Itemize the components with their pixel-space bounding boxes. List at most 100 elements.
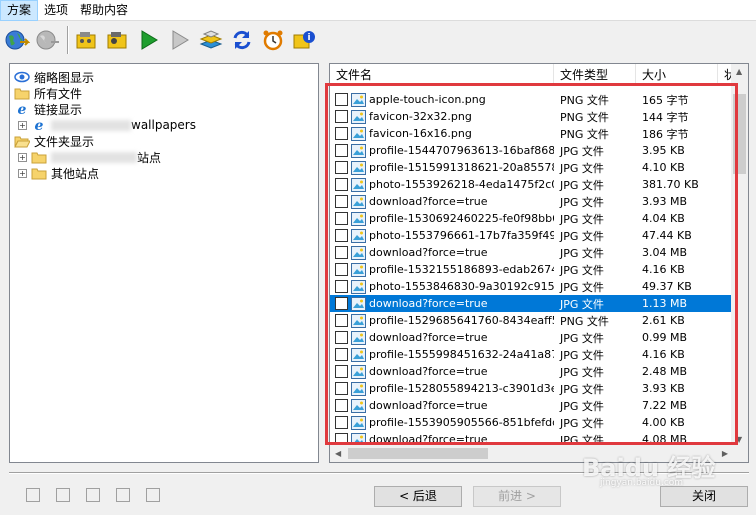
tree-item-wallpapers[interactable]: + e wallpapers bbox=[18, 117, 196, 133]
toolbar: i bbox=[0, 22, 756, 58]
row-checkbox[interactable] bbox=[335, 297, 348, 310]
row-checkbox[interactable] bbox=[335, 161, 348, 174]
expand-icon[interactable]: + bbox=[18, 168, 27, 178]
cell-file-type: PNG 文件 bbox=[560, 127, 609, 141]
play-button[interactable] bbox=[134, 25, 164, 55]
table-row[interactable]: download?force=true JPG 文件 0.99 MB bbox=[330, 329, 734, 346]
tree-item-thumbnail[interactable]: 缩略图显示 bbox=[14, 69, 94, 85]
row-checkbox[interactable] bbox=[335, 229, 348, 242]
image-file-icon bbox=[351, 160, 366, 175]
column-header-name[interactable]: 文件名 bbox=[330, 64, 554, 86]
table-row[interactable]: profile-1529685641760-8434eaff5... PNG 文件… bbox=[330, 312, 734, 329]
column-header-size[interactable]: 大小 bbox=[636, 64, 718, 86]
close-button[interactable]: 关闭 bbox=[660, 486, 748, 507]
row-checkbox[interactable] bbox=[335, 314, 348, 327]
table-row[interactable]: download?force=true JPG 文件 3.93 MB bbox=[330, 193, 734, 210]
cell-file-size: 144 字节 bbox=[642, 110, 689, 124]
alarm-clock-button[interactable] bbox=[258, 25, 288, 55]
table-row[interactable]: download?force=true JPG 文件 7.22 MB bbox=[330, 397, 734, 414]
row-checkbox[interactable] bbox=[335, 93, 348, 106]
row-checkbox[interactable] bbox=[335, 144, 348, 157]
next-button[interactable]: 前进 > bbox=[473, 486, 561, 507]
row-checkbox[interactable] bbox=[335, 195, 348, 208]
table-row[interactable]: profile-1528055894213-c3901d3e5... JPG 文件… bbox=[330, 380, 734, 397]
scroll-right-icon[interactable]: ▶ bbox=[722, 449, 728, 458]
stack-button[interactable] bbox=[196, 25, 226, 55]
back-button[interactable]: < 后退 bbox=[374, 486, 462, 507]
tree-item-all-files[interactable]: 所有文件 bbox=[14, 85, 82, 101]
tree-item-folders[interactable]: 文件夹显示 bbox=[14, 133, 94, 149]
expand-icon[interactable]: + bbox=[18, 152, 27, 162]
file-rows: apple-touch-icon.png PNG 文件 165 字节 favicon-… bbox=[330, 91, 734, 448]
row-checkbox[interactable] bbox=[335, 348, 348, 361]
menu-help[interactable]: 帮助内容 bbox=[74, 0, 134, 21]
image-file-icon bbox=[351, 296, 366, 311]
row-checkbox[interactable] bbox=[335, 127, 348, 140]
cell-file-type: JPG 文件 bbox=[560, 144, 604, 158]
cell-file-size: 4.00 KB bbox=[642, 416, 685, 429]
table-row[interactable]: download?force=true JPG 文件 2.48 MB bbox=[330, 363, 734, 380]
project-open-button[interactable] bbox=[72, 25, 102, 55]
image-file-icon bbox=[351, 109, 366, 124]
info-button[interactable]: i bbox=[289, 25, 319, 55]
table-row[interactable]: photo-1553926218-4eda1475f2c0?... JPG 文件 3… bbox=[330, 176, 734, 193]
cell-file-size: 2.48 MB bbox=[642, 365, 688, 378]
file-name-text: photo-1553796661-17b7fa359f49?... bbox=[369, 229, 554, 242]
cell-file-name: apple-touch-icon.png bbox=[330, 92, 554, 107]
eye-icon bbox=[14, 71, 30, 83]
row-checkbox[interactable] bbox=[335, 110, 348, 123]
table-row[interactable]: profile-1532155186893-edab26741... JPG 文件… bbox=[330, 261, 734, 278]
image-file-icon bbox=[351, 279, 366, 294]
scroll-up-icon[interactable]: ▲ bbox=[736, 67, 742, 76]
file-name-text: profile-1532155186893-edab26741... bbox=[369, 263, 554, 276]
tree-item-other-sites[interactable]: + 其他站点 bbox=[18, 165, 99, 181]
table-row[interactable]: favicon-16x16.png PNG 文件 186 字节 bbox=[330, 125, 734, 142]
globe-button[interactable] bbox=[2, 25, 32, 55]
row-checkbox[interactable] bbox=[335, 263, 348, 276]
cell-file-size: 4.16 KB bbox=[642, 348, 685, 361]
table-row[interactable]: profile-1530692460225-fe0f98bb6... JPG 文件… bbox=[330, 210, 734, 227]
table-row[interactable]: download?force=true JPG 文件 3.04 MB bbox=[330, 244, 734, 261]
scroll-left-icon[interactable]: ◀ bbox=[335, 449, 341, 458]
play-gray-button[interactable] bbox=[165, 25, 195, 55]
cell-file-name: download?force=true bbox=[330, 296, 554, 311]
row-checkbox[interactable] bbox=[335, 280, 348, 293]
globe-gray-button[interactable] bbox=[33, 25, 63, 55]
cell-file-name: download?force=true bbox=[330, 194, 554, 209]
row-checkbox[interactable] bbox=[335, 365, 348, 378]
table-row[interactable]: photo-1553846830-9a30192c9151... JPG 文件 49… bbox=[330, 278, 734, 295]
table-row[interactable]: photo-1553796661-17b7fa359f49?... JPG 文件 4… bbox=[330, 227, 734, 244]
table-row[interactable]: profile-1553905905566-851bfefdd... JPG 文件… bbox=[330, 414, 734, 431]
project-save-button[interactable] bbox=[103, 25, 133, 55]
vertical-scrollbar[interactable]: ▲ ▼ bbox=[731, 64, 748, 447]
row-checkbox[interactable] bbox=[335, 178, 348, 191]
table-row[interactable]: profile-1555998451632-24a41a879... JPG 文件… bbox=[330, 346, 734, 363]
column-header-type[interactable]: 文件类型 bbox=[554, 64, 636, 86]
table-row[interactable]: apple-touch-icon.png PNG 文件 165 字节 bbox=[330, 91, 734, 108]
expand-icon[interactable]: + bbox=[18, 120, 27, 130]
table-row[interactable]: download?force=true JPG 文件 1.13 MB bbox=[330, 295, 734, 312]
horizontal-scroll-thumb[interactable] bbox=[348, 448, 488, 459]
file-list-panel[interactable]: 文件名 文件类型 大小 状 apple-touch-icon.png PNG 文件… bbox=[329, 63, 749, 463]
row-checkbox[interactable] bbox=[335, 331, 348, 344]
table-row[interactable]: profile-1544707963613-16baf868f... JPG 文件… bbox=[330, 142, 734, 159]
row-checkbox[interactable] bbox=[335, 416, 348, 429]
menu-plan[interactable]: 方案 bbox=[0, 0, 39, 21]
row-checkbox[interactable] bbox=[335, 212, 348, 225]
table-row[interactable]: favicon-32x32.png PNG 文件 144 字节 bbox=[330, 108, 734, 125]
cell-file-type: JPG 文件 bbox=[560, 348, 604, 362]
refresh-button[interactable] bbox=[227, 25, 257, 55]
vertical-scroll-thumb[interactable] bbox=[733, 94, 746, 174]
table-row[interactable]: profile-1515991318621-20a855788... JPG 文件… bbox=[330, 159, 734, 176]
menu-options[interactable]: 选项 bbox=[38, 0, 74, 21]
row-checkbox[interactable] bbox=[335, 246, 348, 259]
scroll-down-icon[interactable]: ▼ bbox=[736, 435, 742, 444]
tree-item-site[interactable]: + 站点 bbox=[18, 149, 161, 165]
file-name-text: download?force=true bbox=[369, 331, 488, 344]
row-checkbox[interactable] bbox=[335, 399, 348, 412]
row-checkbox[interactable] bbox=[335, 382, 348, 395]
tree-panel[interactable]: 缩略图显示 所有文件 e 链接显示 + e wallpapers 文件夹显示 +… bbox=[9, 63, 319, 463]
info-icon: i bbox=[293, 31, 315, 49]
tree-item-links[interactable]: e 链接显示 bbox=[14, 101, 82, 117]
svg-text:e: e bbox=[35, 118, 44, 132]
